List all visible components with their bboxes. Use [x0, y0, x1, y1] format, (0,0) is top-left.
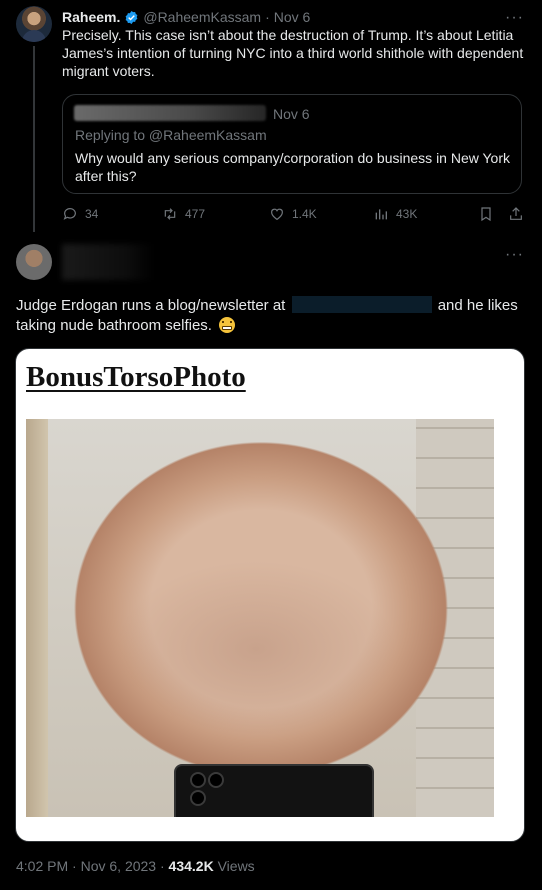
bookmark-button[interactable]	[478, 206, 494, 222]
author-avatar[interactable]	[16, 6, 52, 42]
camera-lens-icon	[208, 772, 224, 788]
tweet-full-date[interactable]: Nov 6, 2023	[81, 858, 157, 874]
grimace-emoji-icon	[219, 317, 236, 333]
verified-badge-icon	[125, 10, 138, 24]
share-button[interactable]	[508, 206, 524, 222]
media-title: BonusTorsoPhoto	[26, 361, 246, 393]
reply-icon	[63, 208, 76, 220]
blurred-author	[74, 105, 266, 121]
like-icon	[271, 208, 283, 221]
repost-button[interactable]: 477	[162, 206, 205, 222]
redacted-link[interactable]	[291, 296, 432, 313]
camera-lens-icon	[190, 772, 206, 788]
views-button[interactable]: 43K	[373, 206, 417, 222]
tweet-text: Precisely. This case isn’t about the des…	[62, 27, 524, 79]
thread-line	[33, 46, 35, 232]
main-author-avatar[interactable]	[16, 244, 52, 280]
header-separator: ·	[265, 9, 270, 25]
blurred-author-name	[62, 244, 154, 280]
author-name[interactable]: Raheem.	[62, 9, 120, 25]
torso-shading	[116, 539, 396, 759]
footer-separator: ·	[72, 858, 77, 874]
camera-lens-icon	[190, 790, 206, 806]
more-icon[interactable]: ···	[505, 247, 524, 263]
footer-separator: ·	[159, 858, 165, 874]
more-icon[interactable]: ···	[505, 10, 524, 26]
reply-button[interactable]: 34	[62, 206, 98, 222]
repost-icon	[164, 208, 176, 220]
author-handle[interactable]: @RaheemKassam	[143, 9, 261, 25]
views-total: 434.2K	[168, 858, 214, 874]
selfie-photo	[26, 419, 494, 817]
repost-count: 477	[185, 207, 206, 221]
views-count: 43K	[396, 207, 418, 221]
bookmark-icon	[481, 207, 491, 222]
tweet-actions: 34 477 1.4K 43K	[62, 206, 524, 226]
phone	[174, 764, 374, 817]
tweet-date[interactable]: Nov 6	[274, 9, 311, 25]
media-image[interactable]: BonusTorsoPhoto	[15, 348, 525, 842]
inner-quote-text: Why would any serious company/corporatio…	[75, 150, 511, 184]
like-button[interactable]: 1.4K	[269, 206, 317, 222]
replying-to: Replying to @RaheemKassam	[75, 127, 267, 143]
door-frame	[26, 419, 48, 817]
main-tweet-text: Judge Erdogan runs a blog/newsletter at …	[16, 296, 531, 336]
tweet-time[interactable]: 4:02 PM	[16, 858, 68, 874]
tweet-header: Raheem. @RaheemKassam · Nov 6	[62, 8, 310, 26]
views-label: Views	[217, 858, 255, 874]
inner-quote-card[interactable]: Nov 6 Replying to @RaheemKassam Why woul…	[62, 94, 522, 194]
like-count: 1.4K	[292, 207, 317, 221]
share-icon	[510, 207, 522, 220]
tweet-footer: 4:02 PM · Nov 6, 2023 · 434.2K Views	[16, 858, 255, 874]
main-text-before: Judge Erdogan runs a blog/newsletter at	[16, 297, 286, 314]
views-icon	[375, 209, 387, 220]
reply-count: 34	[85, 207, 99, 221]
inner-quote-date: Nov 6	[273, 106, 310, 122]
